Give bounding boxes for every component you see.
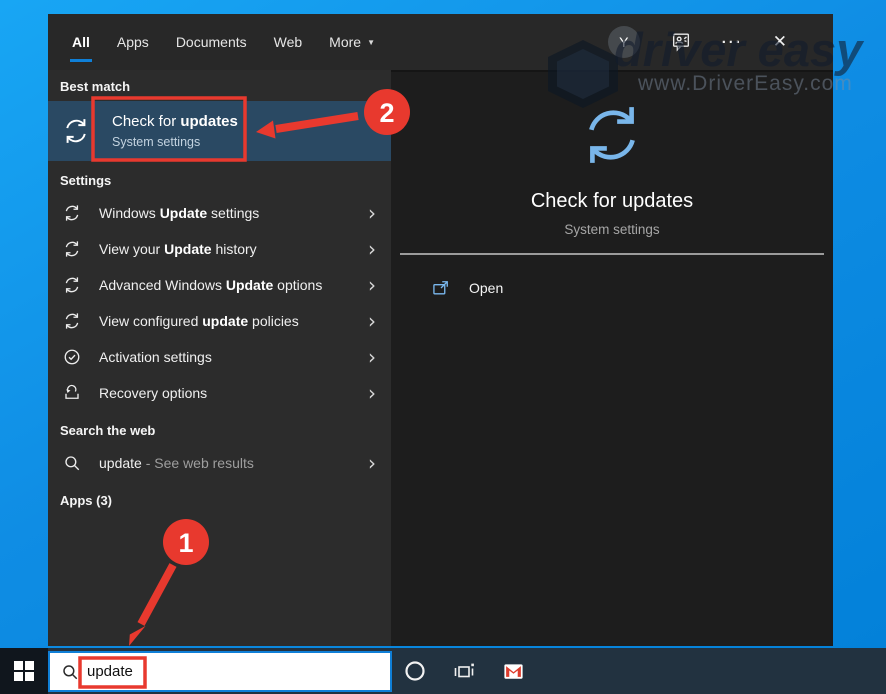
preview-title: Check for updates — [530, 190, 694, 212]
search-filter-tabbar: All Apps Documents Web More ▼ Y ··· ✕ — [48, 14, 833, 70]
refresh-icon — [63, 240, 83, 258]
windows-logo-icon — [14, 661, 34, 681]
result-activation-settings[interactable]: Activation settings › — [48, 339, 391, 375]
result-windows-update-settings[interactable]: Windows Update settings › — [48, 195, 391, 231]
filter-tabs: All Apps Documents Web More ▼ — [70, 14, 402, 70]
section-header-search-the-web: Search the web — [60, 423, 156, 438]
web-result-update[interactable]: update - See web results › — [48, 445, 391, 481]
best-match-header: Best match — [60, 79, 131, 94]
search-input[interactable] — [87, 663, 327, 680]
best-match-title: Check for updates — [112, 113, 238, 130]
chevron-right-icon: › — [368, 309, 376, 333]
start-search-flyout: All Apps Documents Web More ▼ Y ··· ✕ Best ma… — [48, 14, 833, 646]
result-label: Recovery options — [99, 385, 208, 401]
refresh-icon — [62, 117, 92, 145]
tab-label: All — [72, 34, 90, 50]
task-view-button[interactable] — [451, 648, 477, 694]
chevron-right-icon: › — [368, 201, 376, 225]
result-advanced-windows-update-options[interactable]: Advanced Windows Update options › — [48, 267, 391, 303]
user-avatar[interactable]: Y — [607, 26, 640, 58]
tab-label: More — [329, 34, 362, 50]
result-label: update - See web results — [99, 455, 254, 471]
result-sections: Settings Windows Update settings › View you… — [48, 161, 391, 481]
chevron-down-icon: ▼ — [367, 37, 375, 47]
chevron-right-icon: › — [368, 381, 376, 405]
recovery-icon — [63, 384, 83, 402]
search-results-panel: Best match Check for updates System sett… — [48, 70, 391, 646]
refresh-icon — [63, 276, 83, 294]
apps-section-header: Apps (3) — [60, 493, 112, 508]
chevron-right-icon: › — [368, 237, 376, 261]
open-action[interactable]: Open — [391, 268, 833, 308]
result-view-configured-update-policies[interactable]: View configured update policies › — [48, 303, 391, 339]
tab-apps[interactable]: Apps — [117, 14, 149, 70]
close-icon[interactable]: ✕ — [773, 32, 787, 52]
open-label: Open — [469, 280, 504, 296]
result-label: Windows Update settings — [99, 205, 260, 221]
result-view-your-update-history[interactable]: View your Update history › — [48, 231, 391, 267]
result-preview-panel: Check for updates System settings Open — [391, 70, 833, 646]
more-options-icon[interactable]: ··· — [722, 34, 743, 51]
preview-subtitle: System settings — [564, 222, 660, 237]
taskbar — [0, 648, 886, 694]
tab-documents[interactable]: Documents — [176, 14, 247, 70]
refresh-icon — [63, 204, 83, 222]
refresh-icon — [63, 312, 83, 330]
tab-all[interactable]: All — [70, 14, 92, 70]
gmail-button[interactable] — [500, 648, 526, 694]
result-label: Activation settings — [99, 349, 212, 365]
tab-label: Apps — [116, 34, 149, 50]
check-icon — [63, 348, 83, 366]
taskbar-search-box[interactable] — [48, 651, 392, 692]
search-icon — [63, 454, 83, 472]
result-recovery-options[interactable]: Recovery options › — [48, 375, 391, 411]
feedback-icon[interactable] — [670, 31, 692, 53]
open-in-new-icon — [431, 278, 451, 298]
chevron-right-icon: › — [368, 451, 376, 475]
result-label: View configured update policies — [99, 313, 299, 329]
best-match-subtitle: System settings — [112, 135, 201, 149]
tab-web[interactable]: Web — [274, 14, 303, 70]
refresh-icon — [579, 102, 645, 168]
chevron-right-icon: › — [368, 273, 376, 297]
best-match-result-check-for-updates[interactable]: Check for updates System settings — [48, 101, 391, 161]
section-header-settings: Settings — [60, 173, 112, 188]
result-label: View your Update history — [99, 241, 257, 257]
tab-label: Documents — [175, 34, 247, 50]
preview-divider — [400, 253, 824, 255]
cortana-button[interactable] — [402, 648, 428, 694]
chevron-right-icon: › — [368, 345, 376, 369]
result-label: Advanced Windows Update options — [99, 277, 323, 293]
tab-label: Web — [273, 34, 303, 50]
start-button[interactable] — [0, 648, 48, 694]
search-icon — [61, 663, 79, 681]
tab-more[interactable]: More ▼ — [329, 14, 375, 70]
